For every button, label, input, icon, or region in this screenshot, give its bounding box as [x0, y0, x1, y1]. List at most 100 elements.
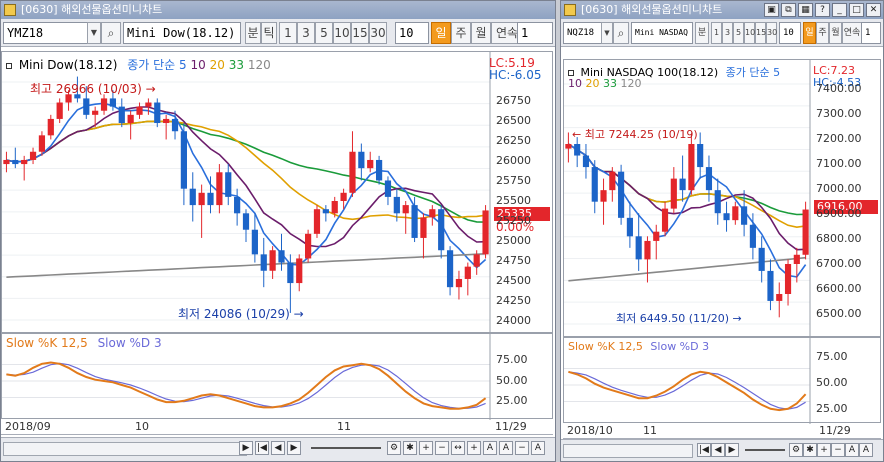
settings-icon[interactable]: ⚙: [789, 443, 803, 457]
left-period-button-3[interactable]: 10: [333, 22, 351, 44]
help-icon[interactable]: ?: [815, 3, 830, 17]
right-btn-minute[interactable]: 분: [695, 22, 709, 44]
right-candle-body: [723, 213, 730, 221]
prev-icon[interactable]: ◀: [711, 443, 725, 457]
left-period-button-2[interactable]: 5: [315, 22, 333, 44]
left-search-button[interactable]: ⌕: [101, 22, 121, 44]
right-candle-body: [618, 171, 625, 218]
right-period-button-3[interactable]: 10: [744, 22, 755, 44]
left-candle-body: [375, 159, 383, 181]
right-candle-body: [793, 254, 800, 264]
gear-icon[interactable]: ✱: [803, 443, 817, 457]
play-icon[interactable]: ▶: [239, 441, 253, 455]
crosshair-icon[interactable]: +: [467, 441, 481, 455]
font-icon[interactable]: A: [483, 441, 497, 455]
settings-icon[interactable]: ⚙: [387, 441, 401, 455]
ma-33: 33: [603, 77, 617, 90]
right-candle-body: [741, 206, 748, 225]
fit-icon[interactable]: ↔: [451, 441, 465, 455]
left-period-button-1[interactable]: 3: [297, 22, 315, 44]
left-btn-tick[interactable]: 틱: [261, 22, 277, 44]
link-icon[interactable]: ⧉: [781, 3, 796, 17]
left-candle-body: [482, 210, 489, 255]
font-small-icon[interactable]: A: [499, 441, 513, 455]
right-search-button[interactable]: ⌕: [613, 22, 629, 44]
left-symbol-input[interactable]: YMZ18: [3, 22, 99, 44]
right-legend-ma: 10 20 33 120: [568, 77, 642, 90]
zoom-in-icon[interactable]: +: [817, 443, 831, 457]
left-period-button-5[interactable]: 30: [369, 22, 387, 44]
search-icon: ⌕: [617, 26, 625, 40]
left-mode-button-0[interactable]: 일: [431, 22, 451, 44]
left-period-select[interactable]: 10: [395, 22, 429, 44]
left-candle-body: [464, 266, 471, 279]
left-btn-minute[interactable]: 분: [245, 22, 261, 44]
left-candle-body: [225, 172, 232, 197]
left-candle-body: [260, 254, 267, 271]
app-icon: [564, 4, 576, 16]
gear-icon[interactable]: ✱: [403, 441, 417, 455]
left-candle-body: [305, 233, 312, 259]
right-price-chart: [564, 60, 811, 338]
right-candle-body: [758, 247, 765, 271]
left-candle-body: [29, 151, 37, 160]
left-period-button-0[interactable]: 1: [279, 22, 297, 44]
right-scrollbar[interactable]: [563, 444, 693, 458]
left-yticks-tick: 24000: [496, 314, 531, 327]
font-icon[interactable]: A: [845, 443, 859, 457]
left-candle-body: [438, 209, 445, 251]
left-candle-body: [38, 135, 46, 152]
right-symbol-dropdown[interactable]: ▼: [601, 22, 613, 44]
left-count-input[interactable]: 1: [517, 22, 553, 44]
font-plus-icon[interactable]: A: [531, 441, 545, 455]
left-candle-body: [402, 205, 409, 214]
zoom-out-icon[interactable]: −: [831, 443, 845, 457]
font-plus-icon[interactable]: A: [859, 443, 873, 457]
right-count-input[interactable]: 1: [861, 22, 881, 44]
left-low-note: 최저 24086 (10/29) →: [178, 305, 304, 322]
stoch-k-label: Slow %K 12,5: [6, 336, 88, 350]
pin-icon[interactable]: ▣: [764, 3, 779, 17]
arrow-left-icon: ←: [572, 128, 582, 141]
zoom-in-icon[interactable]: +: [419, 441, 433, 455]
right-mode-button-2[interactable]: 월: [829, 22, 842, 44]
next-icon[interactable]: ▶: [725, 443, 739, 457]
right-stoch-tick-50: 50.00: [816, 376, 848, 389]
right-zoom-slider[interactable]: [745, 449, 785, 451]
left-candle-body: [180, 131, 187, 189]
left-mode-button-1[interactable]: 주: [451, 22, 471, 44]
first-icon[interactable]: |◀: [255, 441, 269, 455]
next-icon[interactable]: ▶: [287, 441, 301, 455]
right-mode-button-3[interactable]: 연속: [842, 22, 862, 44]
right-yticks-tick: 6600.00: [816, 282, 862, 295]
lock-icon[interactable]: ▦: [798, 3, 813, 17]
font-minus-icon[interactable]: −: [515, 441, 529, 455]
first-icon[interactable]: |◀: [697, 443, 711, 457]
right-candle-body: [714, 190, 721, 214]
left-candle-body: [446, 250, 454, 288]
prev-icon[interactable]: ◀: [271, 441, 285, 455]
right-period-button-5[interactable]: 30: [766, 22, 777, 44]
left-scrollbar[interactable]: [3, 442, 247, 456]
right-yticks-tick: 7200.00: [816, 132, 862, 145]
right-period-button-2[interactable]: 5: [733, 22, 744, 44]
right-period-button-0[interactable]: 1: [711, 22, 722, 44]
close-icon[interactable]: ✕: [866, 3, 881, 17]
left-period-button-4[interactable]: 15: [351, 22, 369, 44]
left-stoch-tick-75: 75.00: [496, 353, 528, 366]
zoom-out-icon[interactable]: −: [435, 441, 449, 455]
left-candle-body: [411, 205, 418, 238]
left-mode-button-2[interactable]: 월: [471, 22, 491, 44]
right-mode-button-1[interactable]: 주: [816, 22, 829, 44]
right-price-panel: Mini NASDAQ 100(18.12) 종가 단순 5 10 20 33 …: [563, 59, 881, 338]
left-zoom-slider[interactable]: [311, 447, 381, 449]
right-period-button-1[interactable]: 3: [722, 22, 733, 44]
right-period-select[interactable]: 10: [779, 22, 801, 44]
minimize-icon[interactable]: _: [832, 3, 847, 17]
right-mode-button-0[interactable]: 일: [803, 22, 816, 44]
maximize-icon[interactable]: □: [849, 3, 864, 17]
left-window-title: [0630] 해외선물옵션미니차트: [21, 3, 163, 16]
left-date-2: 11: [337, 420, 351, 433]
left-symbol-dropdown[interactable]: ▼: [87, 22, 101, 44]
right-period-button-4[interactable]: 15: [755, 22, 766, 44]
